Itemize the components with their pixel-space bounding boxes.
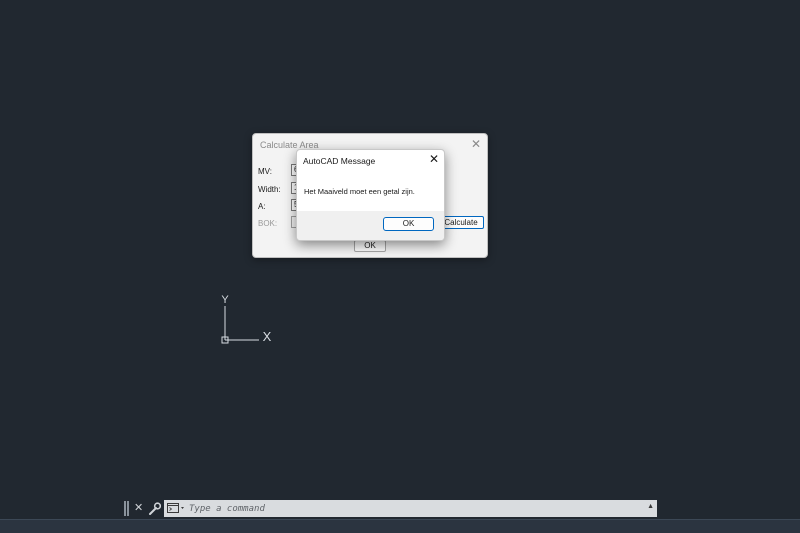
wrench-icon[interactable] — [148, 501, 161, 516]
close-icon[interactable]: ✕ — [429, 152, 439, 166]
autocad-message-dialog: AutoCAD Message ✕ Het Maaiveld moet een … — [296, 149, 445, 241]
close-icon[interactable]: ✕ — [134, 500, 143, 517]
command-field: ▲ — [164, 500, 657, 517]
width-label: Width: — [258, 185, 281, 194]
status-bar — [0, 519, 800, 533]
drawing-canvas[interactable]: Y X Calculate Area ✕ MV: 6 Width: 1 A: 5… — [0, 0, 800, 533]
close-icon[interactable]: ✕ — [471, 137, 481, 151]
message-text: Het Maaiveld moet een getal zijn. — [304, 187, 415, 196]
mv-label: MV: — [258, 167, 272, 176]
chevron-up-icon[interactable]: ▲ — [647, 503, 654, 510]
ucs-y-label: Y — [221, 294, 229, 306]
command-input[interactable] — [189, 500, 629, 517]
command-line: ✕ ▲ — [124, 500, 657, 517]
bok-label: BOK: — [258, 219, 278, 228]
message-footer: OK — [297, 211, 444, 240]
grip-handle-icon[interactable] — [124, 501, 130, 516]
calculate-area-ok-button[interactable]: OK — [354, 240, 386, 252]
message-ok-button[interactable]: OK — [383, 217, 434, 231]
ucs-icon: Y X — [221, 294, 272, 344]
a-label: A: — [258, 202, 266, 211]
message-title: AutoCAD Message — [303, 156, 376, 166]
ucs-x-label: X — [263, 329, 272, 344]
command-prompt-icon[interactable] — [167, 503, 187, 514]
